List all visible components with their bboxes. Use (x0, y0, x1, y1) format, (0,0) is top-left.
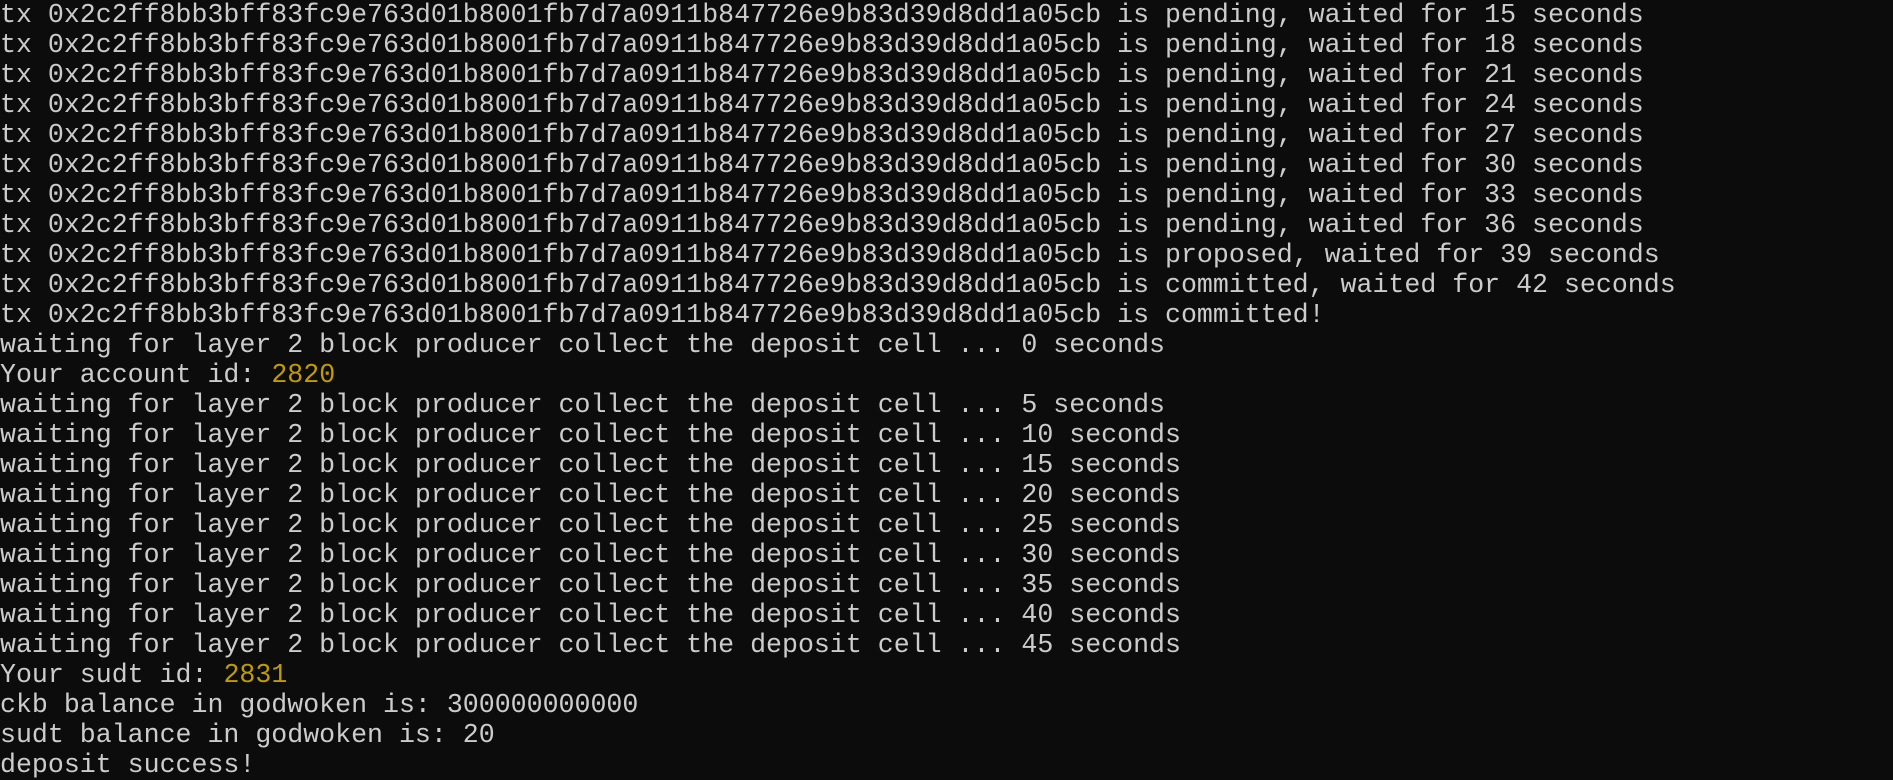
terminal-line: waiting for layer 2 block producer colle… (0, 510, 1181, 540)
account-id-label: Your account id: (0, 360, 272, 390)
terminal-line: tx 0x2c2ff8bb3bff83fc9e763d01b8001fb7d7a… (0, 120, 1644, 150)
terminal-line: waiting for layer 2 block producer colle… (0, 330, 1165, 360)
terminal-line: waiting for layer 2 block producer colle… (0, 450, 1181, 480)
terminal-line: tx 0x2c2ff8bb3bff83fc9e763d01b8001fb7d7a… (0, 180, 1644, 210)
terminal-line: waiting for layer 2 block producer colle… (0, 600, 1181, 630)
sudt-balance-line: sudt balance in godwoken is: 20 (0, 720, 495, 750)
terminal-line: waiting for layer 2 block producer colle… (0, 630, 1181, 660)
ckb-balance-line: ckb balance in godwoken is: 300000000000 (0, 690, 639, 720)
terminal-line: tx 0x2c2ff8bb3bff83fc9e763d01b8001fb7d7a… (0, 30, 1644, 60)
terminal-line: tx 0x2c2ff8bb3bff83fc9e763d01b8001fb7d7a… (0, 300, 1325, 330)
terminal-line: tx 0x2c2ff8bb3bff83fc9e763d01b8001fb7d7a… (0, 150, 1644, 180)
terminal-line: tx 0x2c2ff8bb3bff83fc9e763d01b8001fb7d7a… (0, 270, 1676, 300)
terminal-line: waiting for layer 2 block producer colle… (0, 540, 1181, 570)
terminal-window[interactable]: tx 0x2c2ff8bb3bff83fc9e763d01b8001fb7d7a… (0, 0, 1893, 780)
terminal-line: tx 0x2c2ff8bb3bff83fc9e763d01b8001fb7d7a… (0, 210, 1644, 240)
terminal-line: waiting for layer 2 block producer colle… (0, 480, 1181, 510)
account-id-value: 2820 (271, 360, 336, 390)
terminal-line: waiting for layer 2 block producer colle… (0, 570, 1181, 600)
sudt-id-line: Your sudt id: 2831 (0, 660, 1893, 690)
sudt-id-value: 2831 (223, 660, 288, 690)
terminal-line: tx 0x2c2ff8bb3bff83fc9e763d01b8001fb7d7a… (0, 0, 1644, 30)
terminal-line: tx 0x2c2ff8bb3bff83fc9e763d01b8001fb7d7a… (0, 60, 1644, 90)
terminal-line: waiting for layer 2 block producer colle… (0, 390, 1165, 420)
deposit-status-line: deposit success! (0, 750, 256, 780)
sudt-id-label: Your sudt id: (0, 660, 224, 690)
terminal-line: waiting for layer 2 block producer colle… (0, 420, 1181, 450)
account-id-line: Your account id: 2820 (0, 360, 1893, 390)
terminal-line: tx 0x2c2ff8bb3bff83fc9e763d01b8001fb7d7a… (0, 240, 1660, 270)
terminal-line: tx 0x2c2ff8bb3bff83fc9e763d01b8001fb7d7a… (0, 90, 1644, 120)
